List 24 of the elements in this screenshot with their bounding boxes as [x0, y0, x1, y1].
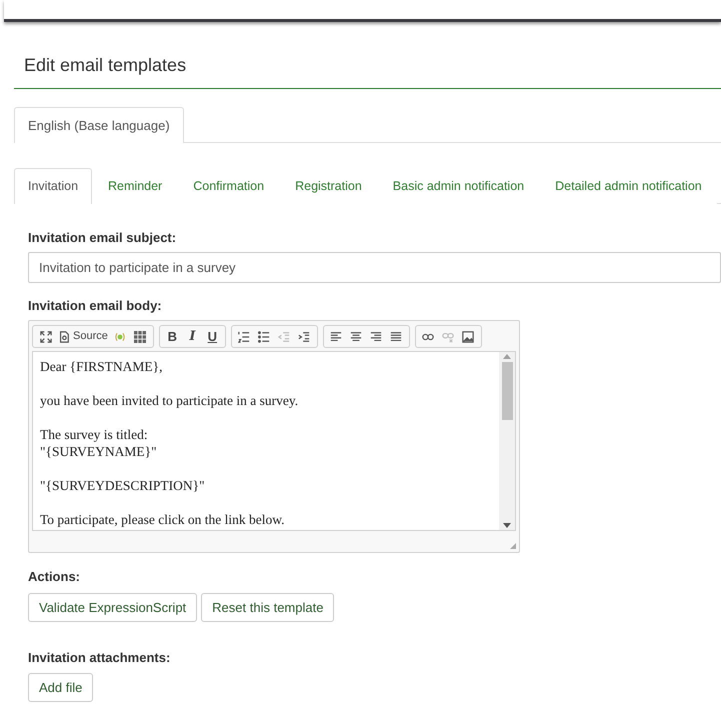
- section-label: Invitation attachments:: [28, 650, 172, 666]
- paragraph: Dear {FIRSTNAME},: [40, 358, 164, 375]
- section-label: Actions:: [28, 569, 81, 585]
- action-button[interactable]: Reset this template: [201, 593, 334, 622]
- paragraph: you have been invited to participate in a survey.: [40, 392, 300, 409]
- paragraph: To participate, please click on the link below.: [40, 511, 286, 528]
- resize-grip-icon[interactable]: [510, 543, 516, 549]
- paragraph: "{SURVEYDESCRIPTION}": [40, 477, 206, 494]
- scrollbar[interactable]: [499, 352, 515, 530]
- bold-button[interactable]: B: [162, 328, 182, 345]
- scroll-down-icon[interactable]: [503, 523, 511, 528]
- add-file-button[interactable]: Add file: [28, 673, 94, 702]
- document-icon: [58, 330, 70, 342]
- action-button[interactable]: Validate ExpressionScript: [28, 593, 198, 622]
- italic-button[interactable]: I: [182, 328, 202, 345]
- paragraph: The survey is titled: "{SURVEYNAME}": [40, 426, 158, 460]
- field-label: Invitation email subject:: [28, 230, 178, 246]
- underline-button[interactable]: U: [202, 328, 222, 345]
- subject-field[interactable]: Invitation to participate in a survey: [28, 252, 721, 283]
- field-label: Invitation email body:: [28, 298, 163, 314]
- tab[interactable]: English (Base language): [14, 107, 184, 143]
- tab[interactable]: Invitation: [14, 168, 92, 204]
- scrollbar-thumb[interactable]: [502, 362, 512, 420]
- page-title: Edit email templates: [24, 54, 188, 77]
